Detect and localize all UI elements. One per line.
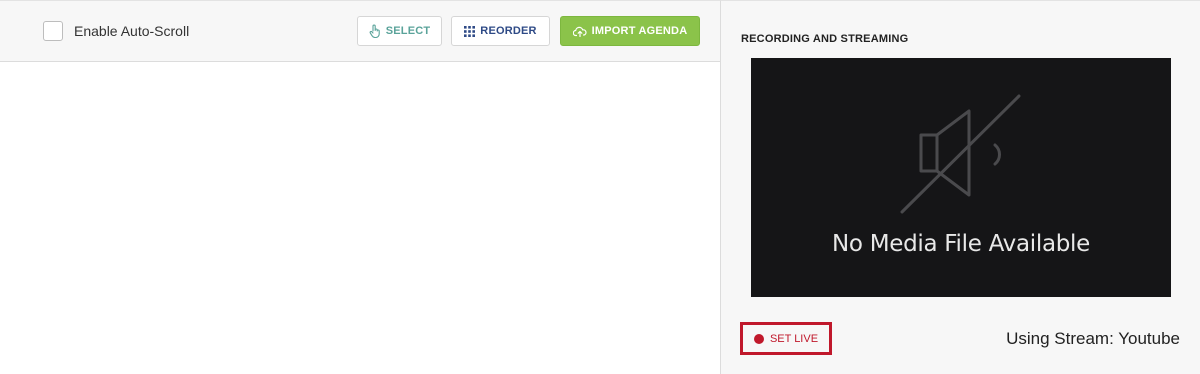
autoscroll-checkbox[interactable] — [43, 21, 63, 41]
no-media-message: No Media File Available — [832, 231, 1090, 257]
media-player[interactable]: No Media File Available — [751, 58, 1171, 297]
agenda-toolbar: Enable Auto-Scroll SELECT REORDER IMPORT… — [0, 1, 720, 62]
select-button-label: SELECT — [385, 25, 431, 37]
autoscroll-label: Enable Auto-Scroll — [74, 23, 190, 39]
agenda-pane: Enable Auto-Scroll SELECT REORDER IMPORT… — [0, 0, 720, 374]
record-dot-icon — [753, 333, 764, 344]
import-agenda-button[interactable]: IMPORT AGENDA — [560, 16, 700, 46]
autoscroll-toggle[interactable]: Enable Auto-Scroll — [43, 20, 189, 42]
agenda-page: Enable Auto-Scroll SELECT REORDER IMPORT… — [0, 0, 1200, 374]
stream-source-text: Using Stream: Youtube — [1006, 329, 1180, 348]
recording-panel: RECORDING AND STREAMING No Media File Av… — [720, 0, 1200, 374]
speaker-muted-icon — [900, 94, 1021, 214]
cloud-upload-icon — [572, 26, 587, 37]
hand-pointer-icon — [369, 24, 381, 38]
select-button[interactable]: SELECT — [357, 16, 442, 46]
recording-section-title: RECORDING AND STREAMING — [741, 33, 909, 45]
grid-dots-icon — [464, 25, 476, 37]
reorder-button-label: REORDER — [480, 25, 537, 37]
import-agenda-label: IMPORT AGENDA — [591, 25, 688, 37]
reorder-button[interactable]: REORDER — [451, 16, 550, 46]
set-live-label: SET LIVE — [769, 332, 819, 345]
set-live-button[interactable]: SET LIVE — [740, 322, 832, 355]
